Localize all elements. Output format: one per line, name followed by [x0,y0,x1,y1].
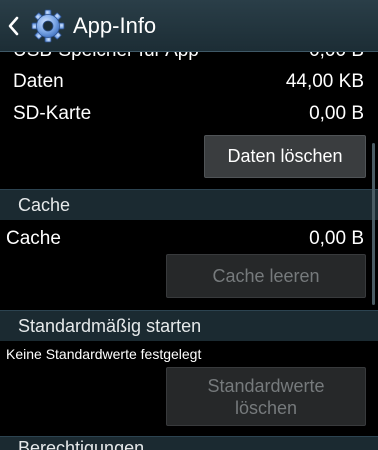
gear-icon[interactable] [31,9,65,43]
cache-section-title: Cache [18,195,71,215]
clear-defaults-label-line2: löschen [234,398,298,418]
permissions-section-title: Berechtigungen [18,438,145,450]
cache-value: 0,00 B [309,228,364,249]
data-row: Daten 44,00 KB [0,67,378,97]
data-value: 44,00 KB [285,71,364,92]
app-info-screen: USB-Speicher für App 0,00 B Daten 44,00 … [0,0,378,450]
sd-card-row: SD-Karte 0,00 B [0,99,378,129]
clear-cache-button[interactable]: Cache leeren [166,254,366,298]
no-defaults-note: Keine Standardwerte festgelegt [6,346,202,362]
chevron-left-icon[interactable] [7,16,19,36]
page-title: App-Info [73,13,157,38]
permissions-section-header: Berechtigungen [0,436,378,450]
data-label: Daten [13,71,64,92]
sd-card-label: SD-Karte [13,103,92,124]
cache-label: Cache [6,228,61,249]
clear-data-button[interactable]: Daten löschen [204,135,366,178]
launch-defaults-section-header: Standardmäßig starten [0,310,378,341]
cache-section-header: Cache [0,189,378,220]
scrollbar[interactable] [372,143,375,305]
clear-defaults-label-line1: Standardwerte [207,376,325,396]
cache-row: Cache 0,00 B [0,224,378,254]
app-info-list[interactable]: USB-Speicher für App 0,00 B Daten 44,00 … [0,0,378,450]
action-bar: App-Info [0,0,378,52]
clear-defaults-button[interactable]: Standardwerte löschen [166,367,366,426]
launch-defaults-section-title: Standardmäßig starten [18,316,202,336]
sd-card-value: 0,00 B [309,103,364,124]
